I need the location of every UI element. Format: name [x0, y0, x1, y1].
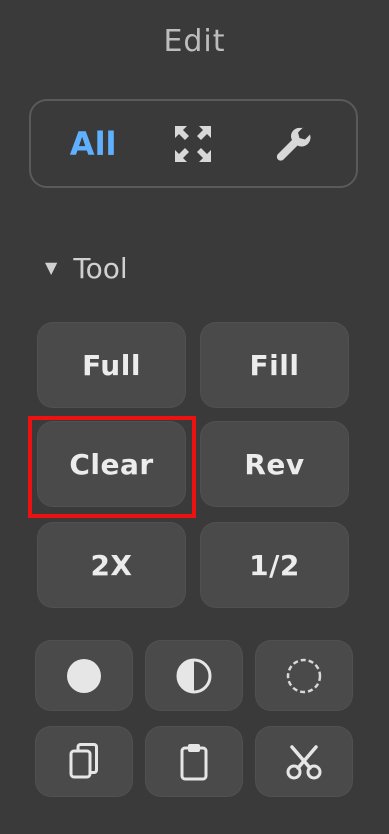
segment-all-label: All	[69, 124, 117, 163]
filled-circle-icon	[65, 657, 103, 695]
paste-button[interactable]	[145, 726, 243, 797]
double-button-label: 2X	[90, 548, 133, 582]
triangle-down-icon: ▼	[45, 257, 58, 277]
edit-panel: Edit All ▼ Tool Full Fill Clear Rev 2X 1…	[0, 0, 389, 834]
full-button-label: Full	[82, 348, 141, 382]
scissors-icon	[283, 741, 325, 783]
dashed-circle-icon	[284, 656, 324, 696]
section-label: Tool	[73, 252, 128, 285]
full-button[interactable]: Full	[37, 322, 186, 408]
filled-circle-button[interactable]	[35, 640, 133, 711]
copy-button[interactable]	[35, 726, 133, 797]
segment-all[interactable]: All	[50, 114, 136, 174]
copy-icon	[63, 740, 105, 784]
double-button[interactable]: 2X	[37, 522, 186, 608]
fill-button-label: Fill	[249, 348, 300, 382]
half-button[interactable]: 1/2	[200, 522, 349, 608]
clear-button-label: Clear	[69, 447, 154, 481]
panel-title: Edit	[163, 24, 226, 59]
expand-arrows-icon	[171, 122, 215, 166]
rev-button[interactable]: Rev	[200, 421, 349, 507]
segment-settings[interactable]	[251, 114, 337, 174]
segment-expand[interactable]	[150, 114, 236, 174]
half-button-label: 1/2	[249, 548, 300, 582]
fill-button[interactable]: Fill	[200, 322, 349, 408]
tool-section-toggle[interactable]: ▼ Tool	[45, 252, 128, 285]
dashed-circle-button[interactable]	[255, 640, 353, 711]
wrench-icon	[272, 122, 316, 166]
cut-button[interactable]	[255, 726, 353, 797]
mode-segmented-control: All	[29, 99, 358, 188]
half-circle-button[interactable]	[145, 640, 243, 711]
half-circle-icon	[175, 657, 213, 695]
rev-button-label: Rev	[244, 447, 305, 481]
clipboard-icon	[174, 740, 214, 784]
clear-button[interactable]: Clear	[37, 421, 186, 507]
